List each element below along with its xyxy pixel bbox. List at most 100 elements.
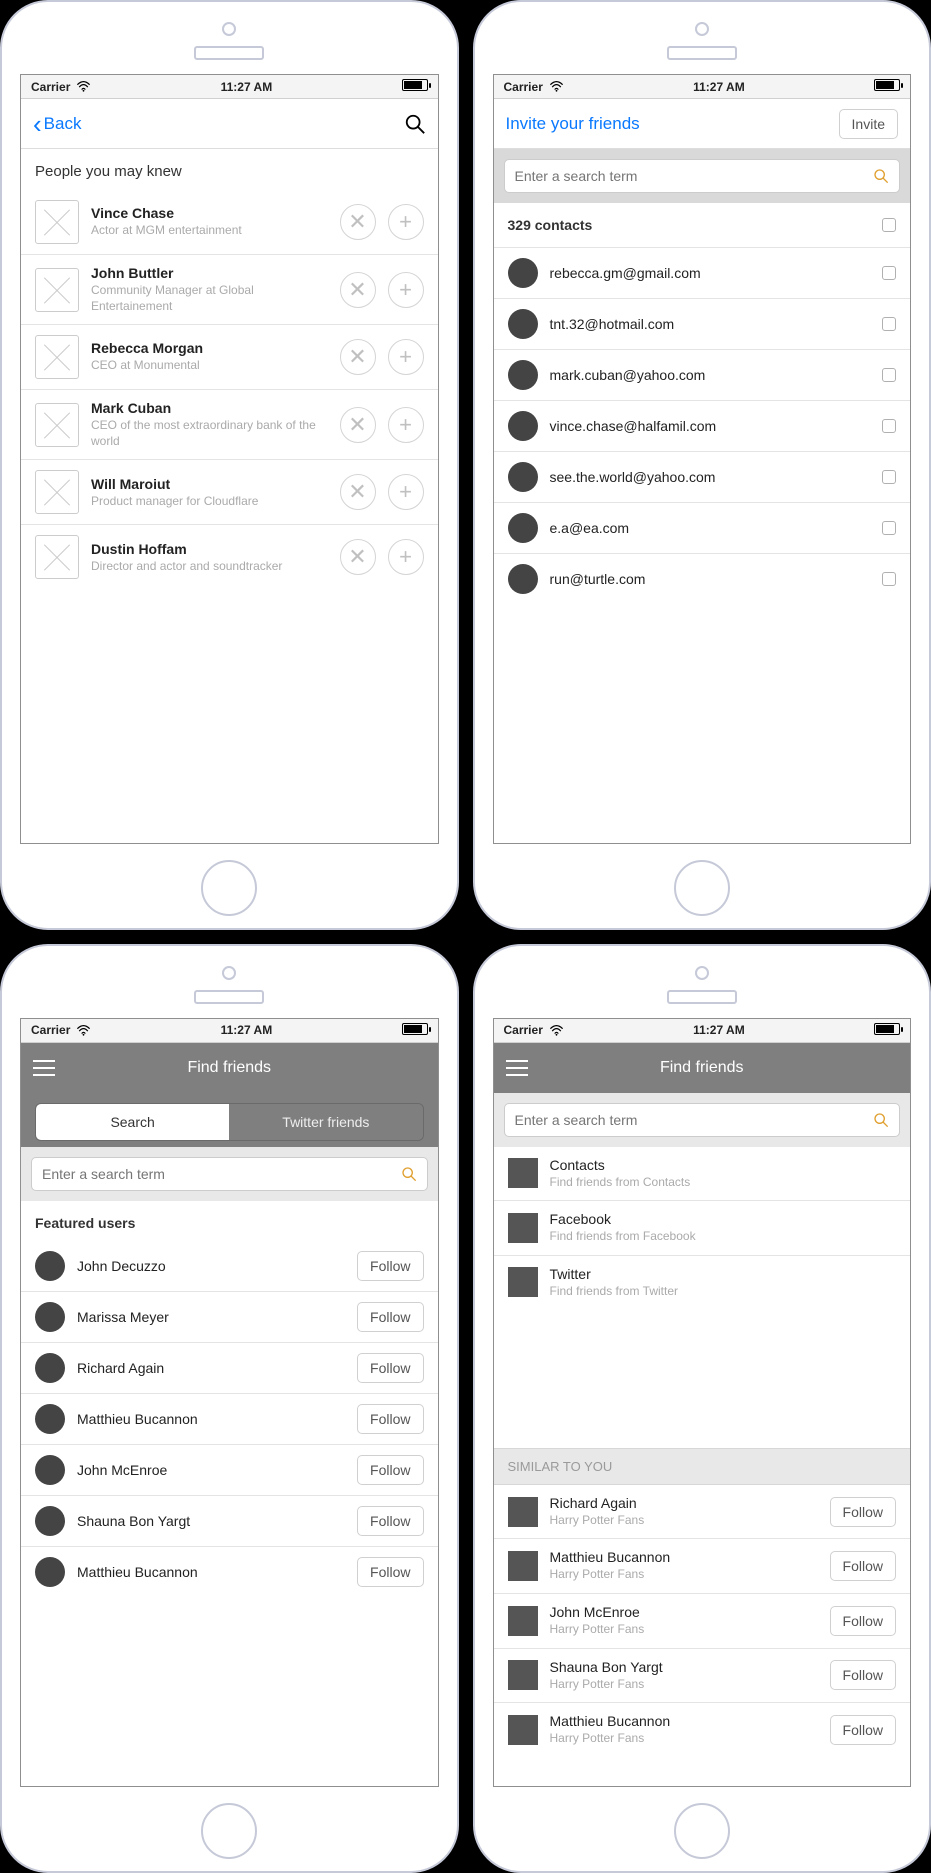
similar-user-row[interactable]: John McEnroeHarry Potter FansFollow [494,1594,911,1649]
contact-row[interactable]: see.the.world@yahoo.com [494,452,911,503]
dismiss-button[interactable]: ✕ [340,272,376,308]
contact-row[interactable]: tnt.32@hotmail.com [494,299,911,350]
search-bar[interactable] [504,1103,901,1137]
contact-checkbox[interactable] [882,419,896,433]
add-button[interactable]: + [388,407,424,443]
home-button[interactable] [201,1803,257,1859]
select-all-checkbox[interactable] [882,218,896,232]
menu-icon[interactable] [33,1060,55,1076]
contact-row[interactable]: vince.chase@halfamil.com [494,401,911,452]
follow-button[interactable]: Follow [357,1302,423,1332]
contact-row[interactable]: run@turtle.com [494,554,911,604]
menu-icon[interactable] [506,1060,528,1076]
tab-twitter-friends[interactable]: Twitter friends [229,1104,422,1140]
source-row[interactable]: FacebookFind friends from Facebook [494,1201,911,1256]
follow-button[interactable]: Follow [830,1660,896,1690]
user-row[interactable]: Matthieu BucannonFollow [21,1547,438,1597]
device-frame: Carrier 11:27 AM Find friends Co [473,944,931,1873]
user-name: John Decuzzo [77,1258,345,1274]
source-name: Facebook [550,1211,897,1227]
similar-user-row[interactable]: Shauna Bon YargtHarry Potter FansFollow [494,1649,911,1704]
search-input[interactable] [42,1166,401,1182]
contact-checkbox[interactable] [882,317,896,331]
user-row[interactable]: Richard AgainFollow [21,1343,438,1394]
similar-user-row[interactable]: Matthieu BucannonHarry Potter FansFollow [494,1539,911,1594]
search-input[interactable] [515,168,874,184]
home-button[interactable] [201,860,257,916]
dismiss-button[interactable]: ✕ [340,204,376,240]
source-icon [508,1267,538,1297]
person-text: Will MaroiutProduct manager for Cloudfla… [91,476,328,510]
device-speaker [667,990,737,1004]
contact-checkbox[interactable] [882,572,896,586]
user-row[interactable]: John Decuzzo Follow [21,1241,438,1292]
invite-button[interactable]: Invite [839,109,898,139]
user-text: Marissa Meyer [77,1309,345,1325]
contact-row[interactable]: rebecca.gm@gmail.com [494,248,911,299]
follow-button[interactable]: Follow [357,1251,423,1281]
user-text: Richard AgainHarry Potter Fans [550,1495,818,1529]
contact-checkbox[interactable] [882,368,896,382]
search-input[interactable] [515,1112,874,1128]
person-row[interactable]: Vince ChaseActor at MGM entertainment✕+ [21,190,438,255]
search-bar[interactable] [504,159,901,193]
person-text: Dustin HoffamDirector and actor and soun… [91,541,328,575]
contact-text: mark.cuban@yahoo.com [550,367,871,383]
person-row[interactable]: Dustin HoffamDirector and actor and soun… [21,525,438,589]
person-text: Rebecca MorganCEO at Monumental [91,340,328,374]
follow-button[interactable]: Follow [830,1606,896,1636]
search-bar-container [494,149,911,203]
back-button[interactable]: Back [44,114,82,134]
follow-button[interactable]: Follow [830,1551,896,1581]
tab-search[interactable]: Search [36,1104,229,1140]
person-row[interactable]: John ButtlerCommunity Manager at Global … [21,255,438,325]
follow-button[interactable]: Follow [357,1557,423,1587]
add-button[interactable]: + [388,474,424,510]
person-row[interactable]: Will MaroiutProduct manager for Cloudfla… [21,460,438,525]
user-row[interactable]: Shauna Bon YargtFollow [21,1496,438,1547]
dismiss-button[interactable]: ✕ [340,474,376,510]
add-button[interactable]: + [388,272,424,308]
similar-user-row[interactable]: Richard AgainHarry Potter Fans Follow [494,1485,911,1540]
similar-user-row[interactable]: Matthieu BucannonHarry Potter FansFollow [494,1703,911,1757]
back-chevron-icon[interactable]: ‹ [33,111,42,137]
user-row[interactable]: John McEnroeFollow [21,1445,438,1496]
follow-button[interactable]: Follow [830,1715,896,1745]
avatar-icon [508,360,538,390]
status-carrier: Carrier [31,1023,70,1037]
follow-button[interactable]: Follow [357,1506,423,1536]
contact-checkbox[interactable] [882,521,896,535]
search-icon[interactable] [404,113,426,135]
source-row[interactable]: TwitterFind friends from Twitter [494,1256,911,1310]
home-button[interactable] [674,1803,730,1859]
avatar-placeholder-icon [35,535,79,579]
source-text: ContactsFind friends from Contacts [550,1157,897,1191]
search-bar[interactable] [31,1157,428,1191]
tabs: Search Twitter friends [35,1103,424,1141]
dismiss-button[interactable]: ✕ [340,339,376,375]
user-row[interactable]: Marissa Meyer Follow [21,1292,438,1343]
home-button[interactable] [674,860,730,916]
follow-button[interactable]: Follow [357,1404,423,1434]
dismiss-button[interactable]: ✕ [340,539,376,575]
follow-button[interactable]: Follow [830,1497,896,1527]
contact-row[interactable]: mark.cuban@yahoo.com [494,350,911,401]
follow-button[interactable]: Follow [357,1455,423,1485]
avatar-placeholder-icon [35,335,79,379]
dismiss-button[interactable]: ✕ [340,407,376,443]
contact-checkbox[interactable] [882,266,896,280]
source-row[interactable]: ContactsFind friends from Contacts [494,1147,911,1202]
add-button[interactable]: + [388,539,424,575]
contact-row[interactable]: e.a@ea.com [494,503,911,554]
featured-heading: Featured users [21,1201,438,1241]
follow-button[interactable]: Follow [357,1353,423,1383]
add-button[interactable]: + [388,339,424,375]
user-row[interactable]: Matthieu BucannonFollow [21,1394,438,1445]
avatar-icon [508,513,538,543]
device-camera [222,966,236,980]
person-row[interactable]: Mark CubanCEO of the most extraordinary … [21,390,438,460]
person-row[interactable]: Rebecca MorganCEO at Monumental ✕ + [21,325,438,390]
status-time: 11:27 AM [91,1023,401,1037]
add-button[interactable]: + [388,204,424,240]
contact-checkbox[interactable] [882,470,896,484]
